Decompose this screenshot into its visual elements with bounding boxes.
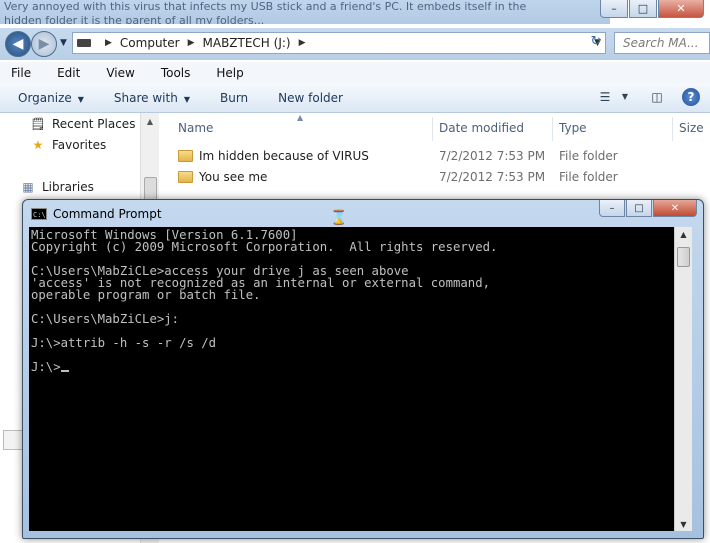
forward-button[interactable]: ▶	[31, 31, 57, 57]
breadcrumb-computer[interactable]: Computer	[120, 36, 180, 50]
file-type: File folder	[559, 149, 618, 163]
console-line-2: Copyright (c) 2009 Microsoft Corporation…	[31, 240, 498, 254]
explorer-window-controls: – □ ✕	[599, 0, 704, 20]
command-prompt-window[interactable]: C:\ Command Prompt ⌛ – □ ✕ Microsoft Win…	[22, 199, 704, 539]
cmd-scroll-thumb[interactable]	[677, 247, 690, 267]
background-text-line-1: Very annoyed with this virus that infect…	[4, 0, 527, 13]
file-name: You see me	[199, 170, 268, 184]
search-input[interactable]: Search MA...	[614, 32, 710, 54]
explorer-maximize-button[interactable]: □	[629, 0, 657, 18]
command-prompt-icon: C:\	[31, 208, 47, 220]
console-line-6: operable program or batch file.	[31, 288, 261, 302]
console-output[interactable]: Microsoft Windows [Version 6.1.7600] Cop…	[29, 227, 674, 531]
drive-icon	[77, 39, 91, 47]
file-name: Im hidden because of VIRUS	[199, 149, 369, 163]
chevron-right-icon[interactable]: ▶	[188, 38, 195, 48]
organize-label: Organize	[18, 91, 72, 105]
cmd-minimize-button[interactable]: –	[599, 200, 625, 217]
menu-view[interactable]: View	[93, 66, 147, 80]
nav-item-recent-places[interactable]: 🗒 Recent Places	[30, 117, 135, 131]
address-bar[interactable]: ▶ Computer ▶ MABZTECH (J:) ▶ ▼	[72, 32, 606, 54]
burn-button[interactable]: Burn	[202, 91, 260, 105]
background-window-text: Very annoyed with this virus that infect…	[0, 0, 610, 24]
console-line-10: J:\>attrib -h -s -r /s /d	[31, 336, 217, 350]
file-date: 7/2/2012 7:53 PM	[439, 170, 546, 184]
back-arrow-icon: ◀	[12, 36, 24, 52]
recent-places-icon: 🗒	[30, 117, 46, 131]
command-toolbar: Organize ▼ Share with ▼ Burn New folder ☰ …	[0, 84, 710, 113]
libraries-icon: ▦	[22, 180, 34, 194]
cmd-scrollbar[interactable]: ▲ ▼	[674, 227, 692, 531]
cmd-window-title: Command Prompt	[53, 207, 162, 221]
recent-pages-dropdown[interactable]: ▼	[60, 38, 67, 48]
background-text-line-2: hidden folder it is the parent of all my…	[4, 14, 265, 24]
console-prompt-line[interactable]: J:\>	[31, 361, 674, 373]
console-line-11	[31, 349, 674, 361]
scroll-up-icon[interactable]: ▲	[675, 230, 692, 239]
help-icon[interactable]: ?	[682, 88, 700, 106]
file-row[interactable]: You see me 7/2/2012 7:53 PM File folder	[178, 167, 698, 187]
share-with-button[interactable]: Share with ▼	[96, 91, 202, 105]
explorer-close-button[interactable]: ✕	[658, 0, 704, 18]
chevron-down-icon: ▼	[77, 95, 84, 104]
explorer-minimize-button[interactable]: –	[600, 0, 628, 18]
menu-help[interactable]: Help	[203, 66, 256, 80]
breadcrumb-drive[interactable]: MABZTECH (J:)	[203, 36, 291, 50]
preview-pane-icon[interactable]: ◫	[648, 88, 666, 106]
cmd-close-button[interactable]: ✕	[653, 200, 697, 217]
menu-tools[interactable]: Tools	[148, 66, 204, 80]
cmd-title-bar[interactable]: C:\ Command Prompt	[31, 205, 162, 223]
cmd-window-controls: – □ ✕	[598, 200, 697, 217]
nav-item-favorites[interactable]: ★ Favorites	[30, 138, 107, 152]
column-header-date-modified[interactable]: Date modified	[439, 121, 524, 135]
star-icon: ★	[32, 138, 44, 152]
view-dropdown-icon[interactable]: ▼	[616, 88, 634, 106]
column-divider[interactable]	[432, 117, 433, 141]
new-folder-button[interactable]: New folder	[260, 91, 355, 105]
cmd-maximize-button[interactable]: □	[626, 200, 652, 217]
menu-file[interactable]: File	[0, 66, 44, 80]
file-row[interactable]: Im hidden because of VIRUS 7/2/2012 7:53…	[178, 146, 698, 166]
file-type: File folder	[559, 170, 618, 184]
chevron-right-icon[interactable]: ▶	[105, 38, 112, 48]
folder-icon	[178, 171, 193, 183]
share-with-label: Share with	[113, 91, 178, 105]
nav-item-libraries[interactable]: ▦ Libraries	[20, 180, 94, 194]
navigation-bar: ◀ ▶ ▼ ▶ Computer ▶ MABZTECH (J:) ▶ ▼ ↻ S…	[0, 28, 710, 60]
scroll-up-icon[interactable]: ▲	[141, 117, 159, 126]
sort-ascending-icon: ▲	[297, 113, 304, 122]
chevron-right-icon[interactable]: ▶	[299, 38, 306, 48]
column-divider[interactable]	[552, 117, 553, 141]
file-name-cell: You see me	[178, 167, 267, 187]
view-options-icon[interactable]: ☰	[596, 88, 614, 106]
column-header-size[interactable]: Size	[679, 121, 704, 135]
menu-bar: File Edit View Tools Help	[0, 62, 710, 85]
console-line-8: C:\Users\MabZiCLe>j:	[31, 312, 180, 326]
organize-button[interactable]: Organize ▼	[0, 91, 96, 105]
column-divider[interactable]	[672, 117, 673, 141]
back-button[interactable]: ◀	[5, 31, 31, 57]
nav-favorites-label: Favorites	[52, 138, 107, 152]
column-header-name[interactable]: Name	[178, 121, 213, 135]
file-name-cell: Im hidden because of VIRUS	[178, 146, 369, 166]
scroll-down-icon[interactable]: ▼	[675, 520, 692, 529]
text-cursor	[60, 370, 69, 372]
forward-arrow-icon: ▶	[38, 36, 50, 52]
toolbar-right: ☰ ▼ ◫ ?	[582, 88, 700, 106]
column-header-type[interactable]: Type	[559, 121, 587, 135]
chevron-down-icon: ▼	[183, 95, 190, 104]
nav-libraries-label: Libraries	[42, 180, 94, 194]
folder-icon	[178, 150, 193, 162]
hourglass-cursor-icon: ⌛	[330, 210, 348, 226]
refresh-icon[interactable]: ↻	[586, 34, 606, 52]
nav-recent-places-label: Recent Places	[52, 117, 136, 131]
file-date: 7/2/2012 7:53 PM	[439, 149, 546, 163]
menu-edit[interactable]: Edit	[44, 66, 93, 80]
console-prompt: J:\>	[31, 360, 61, 374]
